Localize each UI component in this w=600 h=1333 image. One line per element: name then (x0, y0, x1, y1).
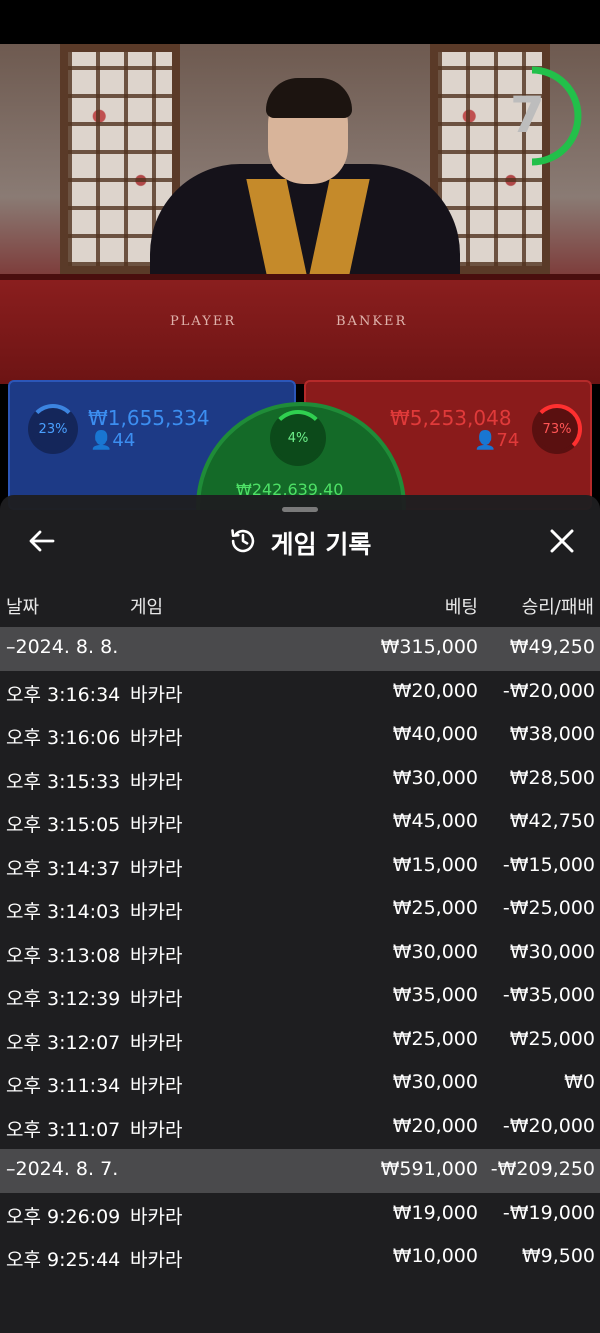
history-row[interactable]: 오후 9:25:44 바카라 ₩10,000 ₩9,500 (0, 1236, 600, 1280)
sheet-title: 게임 기록 (270, 530, 372, 559)
banker-amount: ₩5,253,048 (390, 406, 512, 430)
date-group-row[interactable]: –2024. 8. 7. ₩591,000 -₩209,250 (0, 1149, 600, 1193)
close-button[interactable] (542, 523, 582, 563)
user-icon: 👤 (90, 430, 113, 451)
table-header: 날짜 게임 베팅 승리/패배 (0, 587, 600, 623)
player-percent: 23% (28, 404, 78, 454)
column-date: 날짜 (6, 597, 40, 618)
baccarat-table (0, 274, 600, 384)
history-row[interactable]: 오후 3:12:39 바카라 ₩35,000 -₩35,000 (0, 975, 600, 1019)
history-row[interactable]: 오후 9:26:09 바카라 ₩19,000 -₩19,000 (0, 1193, 600, 1237)
column-bet: 베팅 (444, 597, 478, 618)
history-row[interactable]: 오후 3:16:06 바카라 ₩40,000 ₩38,000 (0, 714, 600, 758)
history-row[interactable]: 오후 3:14:37 바카라 ₩15,000 -₩15,000 (0, 845, 600, 889)
history-row[interactable]: 오후 3:12:07 바카라 ₩25,000 ₩25,000 (0, 1019, 600, 1063)
countdown-number: 7 (510, 86, 545, 144)
sheet-grabber[interactable] (282, 507, 318, 512)
close-icon (550, 529, 574, 557)
arrow-left-icon (29, 530, 55, 556)
history-row[interactable]: 오후 3:11:07 바카라 ₩20,000 -₩20,000 (0, 1106, 600, 1150)
user-icon: 👤 (474, 430, 497, 451)
history-icon (229, 527, 257, 559)
back-button[interactable] (22, 523, 62, 563)
sheet-header: 게임 기록 (0, 515, 600, 571)
history-row[interactable]: 오후 3:15:05 바카라 ₩45,000 ₩42,750 (0, 801, 600, 845)
banker-percent: 73% (532, 404, 582, 454)
column-result: 승리/패배 (521, 597, 594, 618)
game-history-sheet: 게임 기록 날짜 게임 베팅 승리/패배 –2024. 8. 8. ₩315,0… (0, 495, 600, 1333)
player-amount: ₩1,655,334 (88, 406, 210, 430)
bet-totals-panel: 23% ₩1,655,334 👤44 73% ₩5,253,048 👤74 4%… (0, 380, 600, 612)
column-game: 게임 (130, 597, 164, 618)
player-count: 👤44 (90, 430, 136, 451)
history-row[interactable]: 오후 3:11:34 바카라 ₩30,000 ₩0 (0, 1062, 600, 1106)
history-row[interactable]: 오후 3:14:03 바카라 ₩25,000 -₩25,000 (0, 888, 600, 932)
history-row[interactable]: 오후 3:13:08 바카라 ₩30,000 ₩30,000 (0, 932, 600, 976)
date-group-row[interactable]: –2024. 8. 8. ₩315,000 ₩49,250 (0, 627, 600, 671)
felt-player-label: PLAYER (170, 314, 237, 329)
history-row[interactable]: 오후 3:15:33 바카라 ₩30,000 ₩28,500 (0, 758, 600, 802)
felt-banker-label: BANKER (336, 314, 408, 329)
tie-percent: 4% (270, 410, 326, 466)
history-list: –2024. 8. 8. ₩315,000 ₩49,250 오후 3:16:34… (0, 627, 600, 1280)
banker-count: 👤74 (474, 430, 520, 451)
status-bar (0, 0, 600, 44)
history-row[interactable]: 오후 3:16:34 바카라 ₩20,000 -₩20,000 (0, 671, 600, 715)
